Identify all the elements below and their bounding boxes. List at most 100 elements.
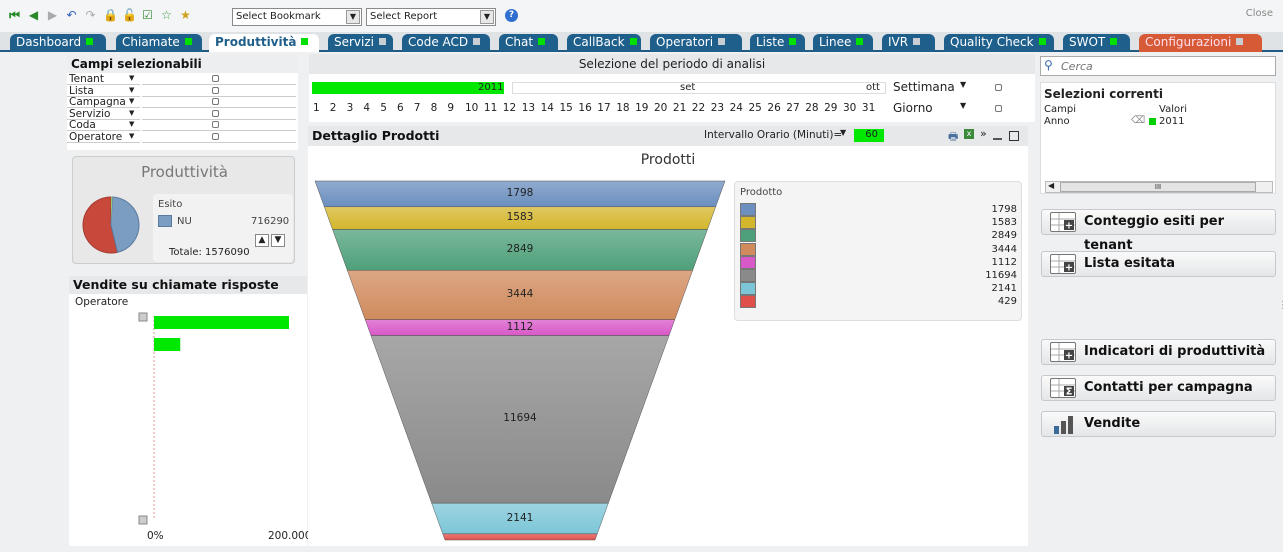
campo-value[interactable] <box>142 119 296 131</box>
day-4[interactable]: 4 <box>363 101 370 115</box>
chevron-down-icon[interactable]: ▼ <box>129 118 134 130</box>
back-icon[interactable]: ◀ <box>27 9 40 22</box>
day-29[interactable]: 29 <box>824 101 837 115</box>
tab-produttivit-[interactable]: Produttività <box>209 34 319 52</box>
close-link[interactable]: Close <box>1246 8 1273 19</box>
chevron-down-icon[interactable]: ▼ <box>129 72 134 84</box>
campo-checkbox[interactable] <box>212 109 219 117</box>
campo-row-operatore[interactable]: Operatore ▼ <box>67 131 296 143</box>
produttivita-pie[interactable] <box>81 195 141 255</box>
campo-checkbox[interactable] <box>212 98 219 105</box>
week-checkbox[interactable] <box>995 84 1002 91</box>
campo-value[interactable] <box>142 108 296 120</box>
clear-icon[interactable]: ☑ <box>141 9 154 22</box>
tab-linee[interactable]: Linee <box>813 34 873 52</box>
search-box[interactable]: ⚲ <box>1040 56 1276 76</box>
tab-swot[interactable]: SWOT <box>1063 34 1130 52</box>
first-icon[interactable]: ⏮ <box>8 9 21 22</box>
day-23[interactable]: 23 <box>711 101 724 115</box>
tab-ivr[interactable]: IVR <box>882 34 935 52</box>
day-14[interactable]: 14 <box>541 101 554 115</box>
day-21[interactable]: 21 <box>673 101 686 115</box>
day-13[interactable]: 13 <box>522 101 535 115</box>
month-set[interactable]: set <box>680 82 695 94</box>
year-selected-cell[interactable] <box>312 82 504 94</box>
eraser-icon[interactable]: ⌫ <box>1131 115 1145 126</box>
day-7[interactable]: 7 <box>414 101 421 115</box>
day-5[interactable]: 5 <box>380 101 387 115</box>
resize-handle-icon[interactable]: ⋮ <box>1278 300 1283 311</box>
unlock-icon[interactable]: 🔓 <box>122 9 137 22</box>
scroll-down-icon[interactable]: ▼ <box>271 234 285 247</box>
day-11[interactable]: 11 <box>484 101 497 115</box>
search-input[interactable] <box>1061 59 1261 73</box>
excel-icon[interactable]: x <box>964 129 974 139</box>
button-indicatori-di-produttivit-[interactable]: + Indicatori di produttività <box>1041 339 1276 365</box>
day-15[interactable]: 15 <box>560 101 573 115</box>
undo-icon[interactable]: ↶ <box>65 9 78 22</box>
chevron-left-icon[interactable]: ◀ <box>1048 181 1054 190</box>
chevron-down-icon[interactable]: ▼ <box>129 84 134 96</box>
day-8[interactable]: 8 <box>431 101 438 115</box>
redo-icon[interactable]: ↷ <box>84 9 97 22</box>
chevron-down-icon[interactable]: ▼ <box>840 128 846 137</box>
tab-configurazioni[interactable]: Configurazioni <box>1139 34 1262 52</box>
button-vendite[interactable]: Vendite <box>1041 411 1276 437</box>
tab-dashboard[interactable]: Dashboard <box>10 34 106 52</box>
help-icon[interactable]: ? <box>505 9 518 22</box>
horizontal-scrollbar[interactable]: ◀ III <box>1045 181 1273 193</box>
tab-servizi[interactable]: Servizi <box>328 34 393 52</box>
button-contatti-per-campagna[interactable]: Σ Contatti per campagna <box>1041 375 1276 401</box>
bookmark-star-icon[interactable]: ☆ <box>160 9 173 22</box>
campo-checkbox[interactable] <box>212 86 219 94</box>
day-24[interactable]: 24 <box>730 101 743 115</box>
day-10[interactable]: 10 <box>465 101 478 115</box>
report-select[interactable]: Select Report ▼ <box>366 8 496 26</box>
day-28[interactable]: 28 <box>805 101 818 115</box>
day-22[interactable]: 22 <box>692 101 705 115</box>
day-25[interactable]: 25 <box>749 101 762 115</box>
campo-row-coda[interactable]: Coda ▼ <box>67 119 296 131</box>
fast-forward-icon[interactable]: » <box>980 127 987 140</box>
tab-chat[interactable]: Chat <box>499 34 558 52</box>
lock-icon[interactable]: 🔒 <box>103 9 118 22</box>
campo-value[interactable] <box>142 96 296 108</box>
campo-row-tenant[interactable]: Tenant ▼ <box>67 73 296 85</box>
campo-value[interactable] <box>142 73 296 85</box>
add-bookmark-icon[interactable]: ★ <box>179 9 192 22</box>
campo-row-campagna[interactable]: Campagna ▼ <box>67 96 296 108</box>
tab-code-acd[interactable]: Code ACD <box>402 34 490 52</box>
day-19[interactable]: 19 <box>635 101 648 115</box>
campo-checkbox[interactable] <box>212 75 219 82</box>
day-27[interactable]: 27 <box>786 101 799 115</box>
day-checkbox[interactable] <box>995 105 1002 112</box>
vendite-bar-chart[interactable] <box>69 306 307 546</box>
tab-operatori[interactable]: Operatori <box>650 34 742 52</box>
chevron-down-icon[interactable]: ▼ <box>960 80 966 89</box>
chevron-down-icon[interactable]: ▼ <box>129 95 134 107</box>
campo-row-servizio[interactable]: Servizio ▼ <box>67 108 296 120</box>
maximize-icon[interactable] <box>1009 131 1019 141</box>
bookmark-select[interactable]: Select Bookmark ▼ <box>232 8 362 26</box>
campo-value[interactable] <box>142 131 296 143</box>
day-1[interactable]: 1 <box>313 101 320 115</box>
button-conteggio-esiti-per-tenant[interactable]: + Conteggio esiti per tenant <box>1041 209 1276 253</box>
day-20[interactable]: 20 <box>654 101 667 115</box>
day-9[interactable]: 9 <box>447 101 454 115</box>
button-lista-esitata[interactable]: + Lista esitata <box>1041 251 1276 277</box>
chevron-down-icon[interactable]: ▼ <box>960 101 966 110</box>
day-30[interactable]: 30 <box>843 101 856 115</box>
tab-quality-check[interactable]: Quality Check <box>944 34 1054 52</box>
minimize-icon[interactable] <box>993 138 1002 140</box>
day-2[interactable]: 2 <box>330 101 337 115</box>
tab-chiamate[interactable]: Chiamate <box>116 34 202 52</box>
month-selector[interactable] <box>512 82 886 94</box>
chevron-down-icon[interactable]: ▼ <box>129 107 134 119</box>
campo-value[interactable] <box>142 85 296 97</box>
day-6[interactable]: 6 <box>397 101 404 115</box>
month-ott[interactable]: ott <box>866 82 880 94</box>
scroll-up-icon[interactable]: ▲ <box>255 234 269 247</box>
tab-liste[interactable]: Liste <box>750 34 805 52</box>
day-26[interactable]: 26 <box>767 101 780 115</box>
day-16[interactable]: 16 <box>578 101 591 115</box>
